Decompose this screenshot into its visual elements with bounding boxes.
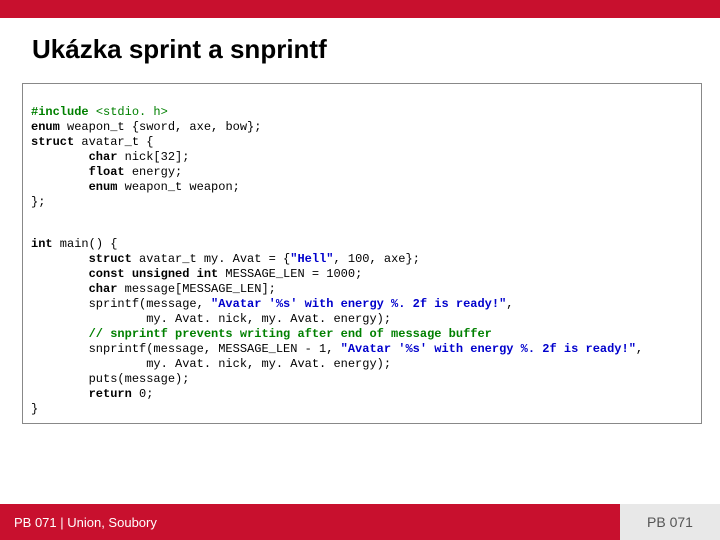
- code-line: puts(message);: [31, 372, 189, 386]
- code-line: struct avatar_t my. Avat = {"Hell", 100,…: [31, 252, 420, 266]
- slide-title: Ukázka sprint a snprintf: [0, 18, 720, 83]
- code-line: }: [31, 402, 38, 416]
- code-line: enum weapon_t {sword, axe, bow};: [31, 120, 261, 134]
- code-line: sprintf(message, "Avatar '%s' with energ…: [31, 297, 513, 311]
- code-block: #include <stdio. h> enum weapon_t {sword…: [22, 83, 702, 424]
- code-line: struct avatar_t {: [31, 135, 153, 149]
- code-line: enum weapon_t weapon;: [31, 180, 240, 194]
- top-accent-bar: [0, 0, 720, 18]
- code-line: int main() {: [31, 237, 117, 251]
- code-line: my. Avat. nick, my. Avat. energy);: [31, 312, 391, 326]
- code-line: #include <stdio. h>: [31, 105, 168, 119]
- code-line: float energy;: [31, 165, 182, 179]
- code-line: snprintf(message, MESSAGE_LEN - 1, "Avat…: [31, 342, 643, 356]
- footer-right: PB 071: [620, 504, 720, 540]
- code-line: char nick[32];: [31, 150, 189, 164]
- code-line: };: [31, 195, 45, 209]
- footer-left: PB 071 | Union, Soubory: [0, 504, 620, 540]
- footer: PB 071 | Union, Soubory PB 071: [0, 504, 720, 540]
- code-line: char message[MESSAGE_LEN];: [31, 282, 276, 296]
- code-line: my. Avat. nick, my. Avat. energy);: [31, 357, 391, 371]
- code-line: const unsigned int MESSAGE_LEN = 1000;: [31, 267, 362, 281]
- code-line: // snprintf prevents writing after end o…: [31, 327, 492, 341]
- code-line: return 0;: [31, 387, 153, 401]
